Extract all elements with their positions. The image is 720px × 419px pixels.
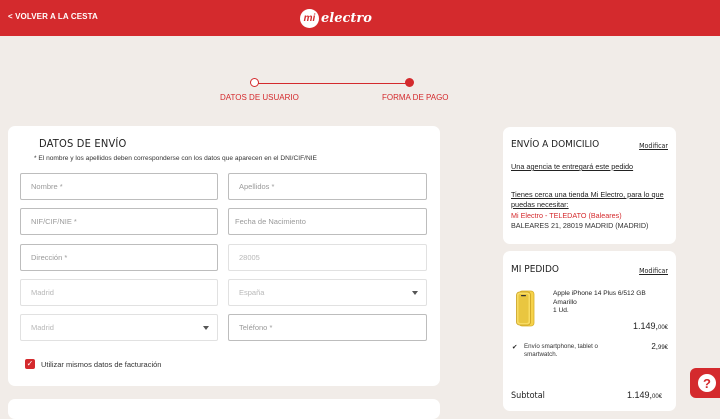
birthdate-field[interactable]: Fecha de Nacimiento [228, 208, 427, 235]
name-field[interactable]: Nombre * [20, 173, 218, 200]
product-price: 1.149,00€ [633, 321, 668, 331]
product-quantity: 1 Ud. [553, 307, 569, 314]
product-price-int: 1.149, [632, 321, 658, 331]
shipping-price: 2,99€ [651, 342, 668, 351]
billing-checkbox-label: Utilizar mismos datos de facturación [41, 359, 162, 369]
help-button[interactable]: ? [690, 368, 720, 398]
delivery-title: ENVÍO A DOMICILIO [511, 139, 600, 150]
delivery-modify-link[interactable]: Modificar [639, 142, 668, 150]
order-title: MI PEDIDO [511, 264, 559, 275]
product-details: Apple iPhone 14 Plus 6/512 GB Amarillo 1… [553, 290, 663, 316]
delivery-agency-text: Una agencia te entregará este pedido [511, 162, 634, 171]
product-name[interactable]: Apple iPhone 14 Plus 6/512 GB [553, 290, 663, 299]
postal-code-field: 28005 [228, 244, 427, 271]
steps-connector [256, 83, 410, 84]
question-icon: ? [698, 374, 716, 392]
step-user-data-label[interactable]: DATOS DE USUARIO [220, 93, 299, 102]
address-field[interactable]: Dirección * [20, 244, 218, 271]
back-to-cart-link[interactable]: < VOLVER A LA CESTA [8, 12, 98, 21]
step-user-data-dot [250, 78, 259, 87]
logo-text: electro [321, 10, 372, 26]
country-select[interactable]: España [228, 279, 427, 306]
shipping-price-int: 2, [651, 342, 658, 351]
step-payment-label: FORMA DE PAGO [382, 93, 449, 102]
chevron-down-icon [203, 326, 209, 330]
product-image [516, 290, 535, 327]
logo[interactable]: mi electro [300, 8, 372, 28]
shipping-form-note: * El nombre y los apellidos deben corres… [34, 155, 317, 162]
phone-field[interactable]: Teléfono * [228, 314, 427, 341]
shipping-line-text: Envío smartphone, tablet o smartwatch. [524, 343, 598, 358]
billing-checkbox[interactable]: ✓ [25, 359, 35, 369]
province-select[interactable]: Madrid [20, 314, 218, 341]
chevron-down-icon [412, 291, 418, 295]
billing-checkbox-row[interactable]: ✓ Utilizar mismos datos de facturación [25, 359, 161, 369]
top-bar: < VOLVER A LA CESTA mi electro [0, 0, 720, 36]
next-section-card [8, 399, 440, 419]
surname-field[interactable]: Apellidos * [228, 173, 427, 200]
product-color: Amarillo [553, 298, 577, 306]
shipping-form-card: DATOS DE ENVÍO * El nombre y los apellid… [8, 126, 440, 386]
step-payment-dot [405, 78, 414, 87]
check-icon: ✔ [512, 344, 518, 351]
order-summary-card: MI PEDIDO Modificar Apple iPhone 14 Plus… [503, 251, 676, 411]
city-field: Madrid [20, 279, 218, 306]
logo-mark: mi [300, 8, 319, 28]
checkout-steps: DATOS DE USUARIO FORMA DE PAGO [0, 75, 720, 115]
store-name[interactable]: Mi Electro - TELEDATO (Baleares) [511, 211, 622, 220]
order-modify-link[interactable]: Modificar [639, 267, 668, 275]
shipping-form-title: DATOS DE ENVÍO [39, 137, 127, 150]
province-select-value: Madrid [31, 323, 54, 332]
subtotal-label: Subtotal [511, 391, 545, 401]
product-price-dec: 00€ [657, 325, 668, 331]
store-question-text[interactable]: Tienes cerca una tienda Mi Electro, para… [511, 190, 671, 210]
shipping-price-dec: 99€ [657, 345, 668, 351]
subtotal-dec: 00€ [652, 394, 663, 400]
subtotal-int: 1.149, [627, 390, 653, 400]
subtotal-value: 1.149,00€ [627, 390, 662, 400]
store-address: BALEARES 21, 28019 MADRID (MADRID) [511, 221, 649, 230]
nif-field[interactable]: NIF/CIF/NIE * [20, 208, 218, 235]
country-select-value: España [239, 288, 265, 297]
delivery-card: ENVÍO A DOMICILIO Modificar Una agencia … [503, 127, 676, 244]
